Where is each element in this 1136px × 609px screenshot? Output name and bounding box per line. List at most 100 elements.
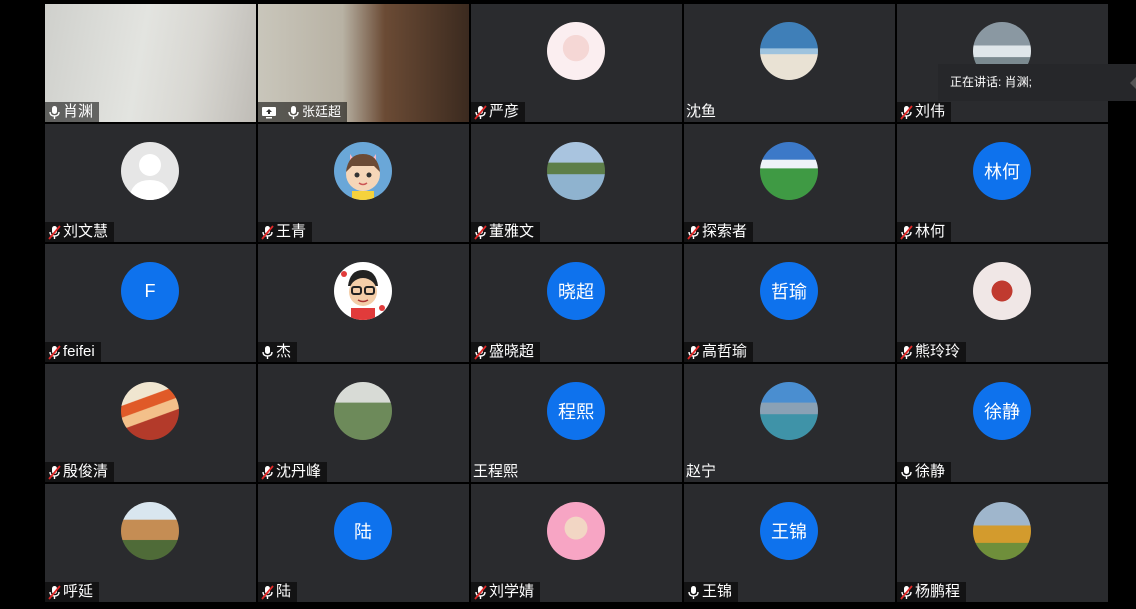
- participant-label: 严彦: [471, 102, 526, 122]
- avatar: [547, 502, 605, 560]
- avatar-initials: 陆: [334, 502, 392, 560]
- participant-label: 沈鱼: [684, 102, 722, 122]
- avatar: [121, 502, 179, 560]
- avatar: [121, 382, 179, 440]
- participant-tile[interactable]: 陆陆: [258, 484, 469, 602]
- avatar: [334, 382, 392, 440]
- participant-tile[interactable]: 刘文慧: [45, 124, 256, 242]
- avatar: [760, 22, 818, 80]
- participant-name: 赵宁: [686, 463, 717, 480]
- avatar: [121, 142, 179, 200]
- participant-tile[interactable]: 赵宁: [684, 364, 895, 482]
- participant-name: 王锦: [702, 583, 733, 600]
- participant-label: 杰: [258, 342, 298, 362]
- participant-tile[interactable]: 程熙王程熙: [471, 364, 682, 482]
- participant-label: 陆: [258, 582, 298, 602]
- participant-name: 盛晓超: [489, 343, 535, 360]
- avatar-initials: 王锦: [760, 502, 818, 560]
- mic-muted-icon: [900, 224, 913, 240]
- screen-share-icon: [261, 105, 277, 120]
- participant-name: 沈鱼: [686, 103, 717, 120]
- participant-label: 肖渊: [45, 102, 100, 122]
- participant-label: 殷俊清: [45, 462, 115, 482]
- participant-tile[interactable]: 徐静 徐静: [897, 364, 1108, 482]
- avatar: [334, 262, 392, 320]
- mic-muted-icon: [900, 584, 913, 600]
- participant-tile[interactable]: 王锦 王锦: [684, 484, 895, 602]
- participant-tile[interactable]: 刘学婧: [471, 484, 682, 602]
- participant-tile[interactable]: 刘伟: [897, 4, 1108, 122]
- participant-label: 董雅文: [471, 222, 541, 242]
- participant-label: feifei: [45, 342, 101, 362]
- avatar: [760, 382, 818, 440]
- participant-name: 杨鹏程: [915, 583, 961, 600]
- mic-muted-icon: [900, 344, 913, 360]
- participant-tile[interactable]: 王青: [258, 124, 469, 242]
- participant-tile[interactable]: 探索者: [684, 124, 895, 242]
- mic-muted-icon: [900, 104, 913, 120]
- participant-tile[interactable]: 沈鱼: [684, 4, 895, 122]
- mic-muted-icon: [474, 584, 487, 600]
- participant-tile[interactable]: 沈丹峰: [258, 364, 469, 482]
- avatar-initials: 程熙: [547, 382, 605, 440]
- mic-muted-icon: [261, 224, 274, 240]
- mic-muted-icon: [48, 464, 61, 480]
- participant-tile[interactable]: 严彦: [471, 4, 682, 122]
- participant-tile[interactable]: 哲瑜 高哲瑜: [684, 244, 895, 362]
- participant-label: 盛晓超: [471, 342, 541, 362]
- participant-name: 董雅文: [489, 223, 535, 240]
- participant-label: 王程熙: [471, 462, 524, 482]
- participant-tile[interactable]: 张廷超: [258, 4, 469, 122]
- participant-name: 呼延: [63, 583, 94, 600]
- mic-muted-icon: [474, 344, 487, 360]
- participant-name: 沈丹峰: [276, 463, 322, 480]
- participant-tile[interactable]: 晓超 盛晓超: [471, 244, 682, 362]
- mic-icon: [261, 345, 274, 360]
- participant-label: 刘伟: [897, 102, 952, 122]
- participant-tile[interactable]: 呼延: [45, 484, 256, 602]
- mic-icon: [48, 105, 61, 120]
- participant-tile[interactable]: 杨鹏程: [897, 484, 1108, 602]
- participant-label: 探索者: [684, 222, 754, 242]
- speaking-indicator: 正在讲话: 肖渊;: [938, 64, 1136, 101]
- mic-muted-icon: [687, 344, 700, 360]
- mic-icon: [900, 465, 913, 480]
- participant-tile[interactable]: 杰: [258, 244, 469, 362]
- participant-label: 熊玲玲: [897, 342, 967, 362]
- participant-label: 刘文慧: [45, 222, 115, 242]
- participant-name: 严彦: [489, 103, 520, 120]
- participant-name: 刘学婧: [489, 583, 535, 600]
- participant-tile[interactable]: 林何 林何: [897, 124, 1108, 242]
- avatar-initials: 徐静: [973, 382, 1031, 440]
- participant-name: 刘文慧: [63, 223, 109, 240]
- participant-name: 陆: [276, 583, 292, 600]
- collapse-caret-icon[interactable]: [1130, 77, 1136, 89]
- avatar-initials: 林何: [973, 142, 1031, 200]
- participant-tile[interactable]: 肖渊: [45, 4, 256, 122]
- participant-label: 张廷超: [258, 102, 348, 122]
- participant-tile[interactable]: 董雅文: [471, 124, 682, 242]
- speaking-text: 正在讲话: 肖渊;: [950, 75, 1033, 89]
- participant-name: 刘伟: [915, 103, 946, 120]
- avatar: [973, 502, 1031, 560]
- participant-name: 王程熙: [473, 463, 519, 480]
- participant-name: 杰: [276, 343, 292, 360]
- mic-muted-icon: [687, 224, 700, 240]
- participant-label: 林何: [897, 222, 952, 242]
- participant-tile[interactable]: Ffeifei: [45, 244, 256, 362]
- avatar: [334, 142, 392, 200]
- avatar: [973, 262, 1031, 320]
- participant-name: feifei: [63, 343, 95, 360]
- participant-name: 徐静: [915, 463, 946, 480]
- participant-label: 赵宁: [684, 462, 722, 482]
- participant-tile[interactable]: 熊玲玲: [897, 244, 1108, 362]
- participant-tile[interactable]: 殷俊清: [45, 364, 256, 482]
- participant-label: 王锦: [684, 582, 739, 602]
- participant-label: 沈丹峰: [258, 462, 328, 482]
- participant-name: 王青: [276, 223, 307, 240]
- mic-muted-icon: [48, 344, 61, 360]
- avatar: [547, 142, 605, 200]
- participant-name: 林何: [915, 223, 946, 240]
- participant-name: 探索者: [702, 223, 748, 240]
- participant-label: 王青: [258, 222, 313, 242]
